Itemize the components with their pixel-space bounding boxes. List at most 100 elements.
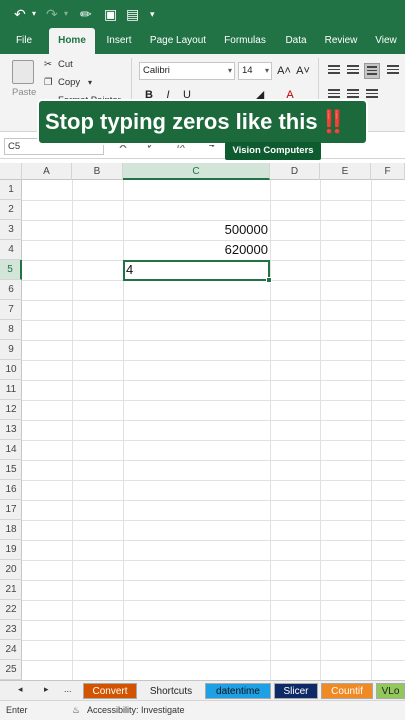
- sheet-tab-vlookup[interactable]: VLo: [376, 683, 405, 699]
- select-all-corner[interactable]: [0, 163, 22, 180]
- gridline: [22, 200, 405, 201]
- row-header[interactable]: 25: [0, 660, 22, 680]
- gridline: [22, 540, 405, 541]
- row-header[interactable]: 14: [0, 440, 22, 460]
- tab-page-layout[interactable]: Page Layout: [145, 28, 211, 54]
- row-header[interactable]: 16: [0, 480, 22, 500]
- gridline: [22, 400, 405, 401]
- row-header[interactable]: 23: [0, 620, 22, 640]
- row-header[interactable]: 20: [0, 560, 22, 580]
- gridline: [22, 640, 405, 641]
- sheet-next-icon[interactable]: ▸: [44, 684, 49, 695]
- row-header[interactable]: 12: [0, 400, 22, 420]
- fill-handle[interactable]: [266, 277, 272, 283]
- sheet-tab-datentime[interactable]: datentime: [205, 683, 271, 699]
- row-header[interactable]: 8: [0, 320, 22, 340]
- row-header[interactable]: 11: [0, 380, 22, 400]
- font-size-value: 14: [242, 65, 253, 76]
- tab-formulas[interactable]: Formulas: [218, 28, 272, 54]
- save-icon[interactable]: ▣: [104, 4, 117, 24]
- gridline: [72, 180, 73, 680]
- chevron-down-icon: ▾: [227, 66, 232, 75]
- sheet-tab-slicer[interactable]: Slicer: [274, 683, 318, 699]
- sheet-tab-convert[interactable]: Convert: [83, 683, 137, 699]
- font-size-select[interactable]: 14 ▾: [238, 62, 272, 80]
- row-header[interactable]: 4: [0, 240, 22, 260]
- row-header[interactable]: 17: [0, 500, 22, 520]
- gridline: [22, 380, 405, 381]
- status-mode: Enter: [6, 705, 28, 715]
- cell-c3[interactable]: 500000: [123, 220, 268, 240]
- row-header[interactable]: 2: [0, 200, 22, 220]
- copy-icon[interactable]: ❐: [44, 76, 53, 90]
- row-header[interactable]: 3: [0, 220, 22, 240]
- column-header-a[interactable]: A: [22, 163, 72, 180]
- row-header[interactable]: 15: [0, 460, 22, 480]
- row-header[interactable]: 24: [0, 640, 22, 660]
- column-header-f[interactable]: F: [371, 163, 405, 180]
- row-header[interactable]: 7: [0, 300, 22, 320]
- copy-button[interactable]: Copy: [58, 76, 80, 90]
- font-name-value: Calibri: [143, 65, 170, 76]
- gridline: [22, 320, 405, 321]
- row-header[interactable]: 21: [0, 580, 22, 600]
- undo-icon[interactable]: ↶: [14, 4, 26, 24]
- row-header[interactable]: 5: [0, 260, 22, 280]
- gridline: [270, 180, 271, 680]
- sheet-more-button[interactable]: ...: [64, 684, 72, 694]
- cut-icon[interactable]: ✂: [44, 58, 52, 72]
- column-header-c[interactable]: C: [123, 163, 270, 180]
- tab-home[interactable]: Home: [49, 28, 95, 54]
- row-header[interactable]: 1: [0, 180, 22, 200]
- row-header[interactable]: 18: [0, 520, 22, 540]
- copy-dropdown-icon[interactable]: ▾: [88, 76, 92, 90]
- redo-dropdown-icon[interactable]: ▾: [64, 4, 68, 24]
- row-header[interactable]: 13: [0, 420, 22, 440]
- row-header[interactable]: 9: [0, 340, 22, 360]
- sheet-tab-shortcuts[interactable]: Shortcuts: [139, 683, 203, 699]
- gridline: [22, 460, 405, 461]
- row-header[interactable]: 10: [0, 360, 22, 380]
- redo-icon[interactable]: ↷: [46, 4, 58, 24]
- decrease-font-size-button[interactable]: A˅: [295, 63, 311, 79]
- row-header[interactable]: 6: [0, 280, 22, 300]
- sheet-tab-bar: ◂ ▸ ... Convert Shortcuts datentime Slic…: [0, 680, 405, 700]
- tab-data[interactable]: Data: [279, 28, 313, 54]
- eraser-icon[interactable]: ✏: [80, 4, 92, 24]
- cut-button[interactable]: Cut: [58, 58, 73, 72]
- paste-icon[interactable]: [12, 60, 34, 84]
- status-bar: Enter ♨ Accessibility: Investigate: [0, 700, 405, 720]
- row-header[interactable]: 19: [0, 540, 22, 560]
- column-header-b[interactable]: B: [72, 163, 123, 180]
- sheet-tab-countif[interactable]: Countif: [321, 683, 373, 699]
- tab-insert[interactable]: Insert: [100, 28, 138, 54]
- worksheet-grid[interactable]: 500000 620000 4: [22, 180, 405, 680]
- print-preview-icon[interactable]: ▤: [126, 4, 139, 24]
- align-middle-icon[interactable]: [345, 63, 361, 79]
- customize-toolbar-icon[interactable]: ▾: [150, 4, 155, 24]
- column-header-e[interactable]: E: [320, 163, 371, 180]
- active-cell-border: [123, 260, 272, 283]
- gridline: [22, 520, 405, 521]
- accessibility-icon[interactable]: ♨: [72, 705, 80, 716]
- ribbon-tab-bar: File Home Insert Page Layout Formulas Da…: [0, 28, 405, 54]
- tab-review[interactable]: Review: [320, 28, 362, 54]
- row-header[interactable]: 22: [0, 600, 22, 620]
- paste-button-label[interactable]: Paste: [12, 86, 36, 100]
- gridline: [371, 180, 372, 680]
- tab-view[interactable]: View: [369, 28, 403, 54]
- accessibility-status[interactable]: Accessibility: Investigate: [87, 705, 185, 715]
- wrap-text-icon[interactable]: [385, 63, 401, 79]
- gridline: [22, 360, 405, 361]
- font-name-select[interactable]: Calibri ▾: [139, 62, 235, 80]
- sheet-prev-icon[interactable]: ◂: [18, 684, 23, 695]
- undo-dropdown-icon[interactable]: ▾: [32, 4, 36, 24]
- align-bottom-icon[interactable]: [364, 63, 380, 79]
- increase-font-size-button[interactable]: A˄: [276, 63, 292, 79]
- caption-banner: Stop typing zeros like this‼️: [37, 99, 368, 145]
- align-top-icon[interactable]: [326, 63, 342, 79]
- cell-c4[interactable]: 620000: [123, 240, 268, 260]
- gridline: [22, 440, 405, 441]
- tab-file[interactable]: File: [8, 28, 40, 54]
- column-header-d[interactable]: D: [270, 163, 320, 180]
